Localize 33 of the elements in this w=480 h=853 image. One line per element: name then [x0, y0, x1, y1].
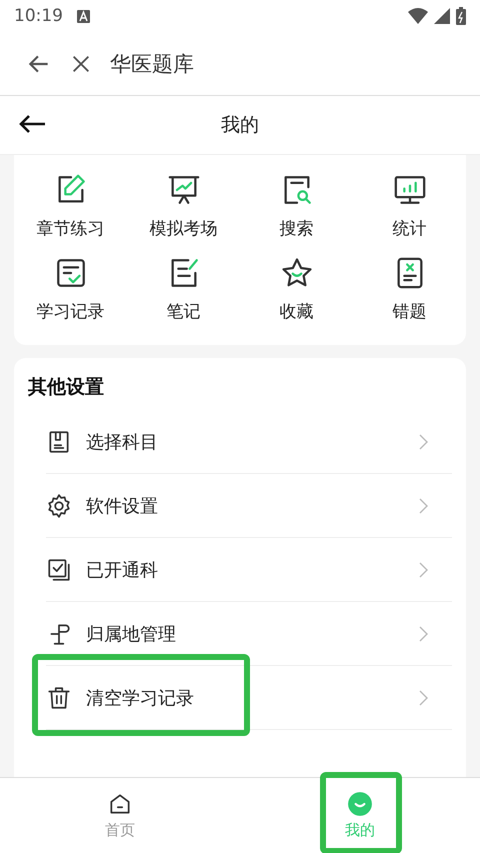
chevron-icon [419, 562, 428, 578]
feature-item[interactable]: 学习记录 [14, 256, 127, 323]
chevron-icon [419, 498, 428, 514]
checkbox-icon [46, 556, 72, 582]
signal-icon [434, 8, 450, 24]
settings-item[interactable]: 选择科目 [46, 410, 452, 474]
gear-icon [46, 492, 72, 518]
feature-item[interactable]: 章节练习 [14, 173, 127, 240]
page-title: 我的 [221, 113, 259, 138]
chevron-icon [419, 434, 428, 450]
settings-item[interactable]: 软件设置 [46, 474, 452, 538]
feature-item[interactable]: 收藏 [240, 256, 353, 323]
status-time: 10:19 [14, 6, 63, 26]
settings-item[interactable]: 清空学习记录 [46, 666, 452, 730]
back-icon[interactable] [18, 113, 46, 135]
feature-item[interactable]: 统计 [353, 173, 466, 240]
browser-title: 华医题库 [110, 50, 194, 78]
section-title: 其他设置 [28, 375, 105, 400]
feature-item[interactable]: 笔记 [127, 256, 240, 323]
chevron-icon [419, 690, 428, 706]
feature-item[interactable]: 模拟考场 [127, 173, 240, 240]
chevron-icon [419, 626, 428, 642]
battery-icon [456, 7, 466, 25]
monitor-icon [392, 173, 426, 207]
chart-board-icon [166, 173, 200, 207]
wifi-icon [408, 8, 428, 24]
notification-icon [77, 10, 90, 22]
settings-item[interactable]: 已开通科 [46, 538, 452, 602]
smile-icon [347, 791, 373, 817]
settings-item[interactable]: 归属地管理 [46, 602, 452, 666]
feature-item[interactable]: 搜索 [240, 173, 353, 240]
trash-icon [46, 684, 72, 710]
feature-item[interactable]: 错题 [353, 256, 466, 323]
